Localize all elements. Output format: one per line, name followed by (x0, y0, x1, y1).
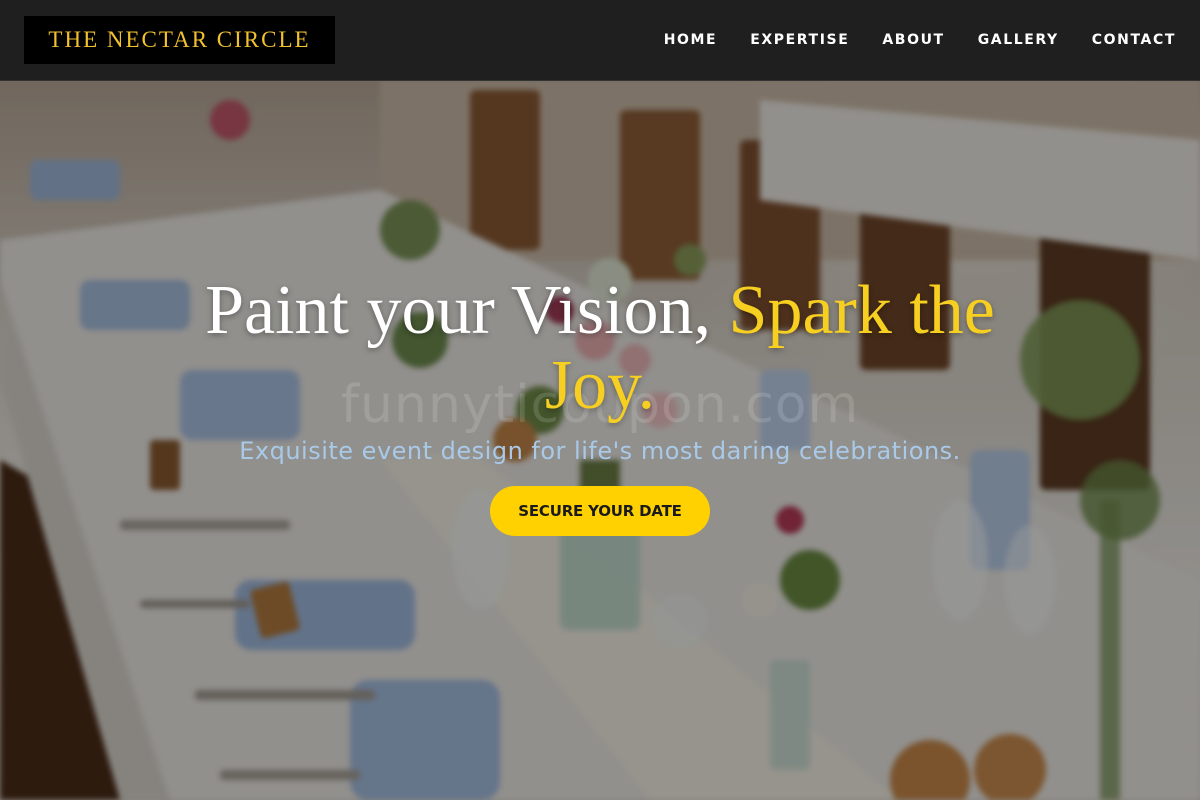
hero-headline: Paint your Vision, Spark the Joy. (150, 273, 1050, 423)
nav-gallery[interactable]: GALLERY (978, 32, 1059, 48)
hero-section: Paint your Vision, Spark the Joy. Exquis… (0, 80, 1200, 800)
secure-your-date-button[interactable]: SECURE YOUR DATE (490, 486, 710, 536)
hero-subheadline: Exquisite event design for life's most d… (239, 437, 961, 465)
headline-part-white: Paint your Vision, (205, 272, 729, 349)
nav-about[interactable]: ABOUT (882, 32, 944, 48)
main-nav: HOME EXPERTISE ABOUT GALLERY CONTACT (664, 0, 1176, 80)
nav-contact[interactable]: CONTACT (1092, 32, 1176, 48)
site-logo[interactable]: THE NECTAR CIRCLE (24, 16, 335, 64)
site-header: THE NECTAR CIRCLE HOME EXPERTISE ABOUT G… (0, 0, 1200, 81)
nav-home[interactable]: HOME (664, 32, 718, 48)
nav-expertise[interactable]: EXPERTISE (750, 32, 849, 48)
